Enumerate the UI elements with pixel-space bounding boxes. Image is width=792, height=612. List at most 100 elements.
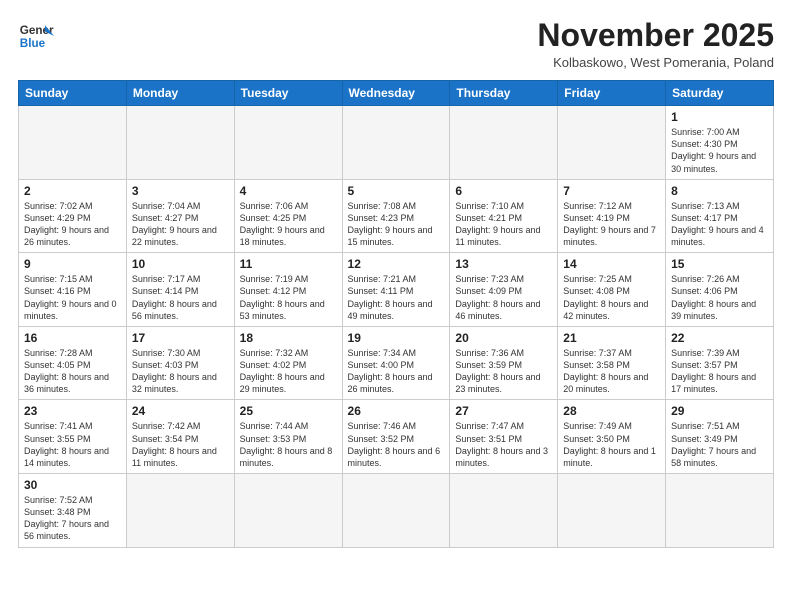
calendar-day <box>126 474 234 548</box>
day-info: Sunrise: 7:49 AM Sunset: 3:50 PM Dayligh… <box>563 420 660 469</box>
calendar-day: 30 Sunrise: 7:52 AM Sunset: 3:48 PM Dayli… <box>19 474 127 548</box>
day-info: Sunrise: 7:04 AM Sunset: 4:27 PM Dayligh… <box>132 200 229 249</box>
day-number: 21 <box>563 331 660 345</box>
calendar-day: 6Sunrise: 7:10 AM Sunset: 4:21 PM Daylig… <box>450 179 558 253</box>
calendar-day: 8 Sunrise: 7:13 AM Sunset: 4:17 PM Daylig… <box>666 179 774 253</box>
logo: General Blue <box>18 18 54 54</box>
calendar-day: 13 Sunrise: 7:23 AM Sunset: 4:09 PM Dayli… <box>450 253 558 327</box>
calendar-day <box>342 474 450 548</box>
day-header-friday: Friday <box>558 81 666 106</box>
calendar-day: 23 Sunrise: 7:41 AM Sunset: 3:55 PM Dayli… <box>19 400 127 474</box>
day-number: 25 <box>240 404 337 418</box>
calendar-day: 2Sunrise: 7:02 AM Sunset: 4:29 PM Daylig… <box>19 179 127 253</box>
day-info: Sunrise: 7:19 AM Sunset: 4:12 PM Dayligh… <box>240 273 337 322</box>
day-number: 9 <box>24 257 121 271</box>
calendar-week-5: 23 Sunrise: 7:41 AM Sunset: 3:55 PM Dayli… <box>19 400 774 474</box>
calendar-day <box>666 474 774 548</box>
svg-text:Blue: Blue <box>20 37 46 50</box>
day-number: 20 <box>455 331 552 345</box>
day-info: Sunrise: 7:23 AM Sunset: 4:09 PM Dayligh… <box>455 273 552 322</box>
calendar-day: 12 Sunrise: 7:21 AM Sunset: 4:11 PM Dayli… <box>342 253 450 327</box>
day-number: 4 <box>240 184 337 198</box>
day-info: Sunrise: 7:51 AM Sunset: 3:49 PM Dayligh… <box>671 420 768 469</box>
calendar-day <box>558 474 666 548</box>
day-info: Sunrise: 7:41 AM Sunset: 3:55 PM Dayligh… <box>24 420 121 469</box>
calendar-day: 5Sunrise: 7:08 AM Sunset: 4:23 PM Daylig… <box>342 179 450 253</box>
calendar-day: 28 Sunrise: 7:49 AM Sunset: 3:50 PM Dayli… <box>558 400 666 474</box>
day-info: Sunrise: 7:37 AM Sunset: 3:58 PM Dayligh… <box>563 347 660 396</box>
calendar-day <box>450 474 558 548</box>
day-number: 1 <box>671 110 768 124</box>
day-info: Sunrise: 7:25 AM Sunset: 4:08 PM Dayligh… <box>563 273 660 322</box>
day-info: Sunrise: 7:28 AM Sunset: 4:05 PM Dayligh… <box>24 347 121 396</box>
day-info: Sunrise: 7:44 AM Sunset: 3:53 PM Dayligh… <box>240 420 337 469</box>
day-info: Sunrise: 7:46 AM Sunset: 3:52 PM Dayligh… <box>348 420 445 469</box>
calendar-day: 4 Sunrise: 7:06 AM Sunset: 4:25 PM Daylig… <box>234 179 342 253</box>
day-number: 12 <box>348 257 445 271</box>
calendar-day: 9 Sunrise: 7:15 AM Sunset: 4:16 PM Daylig… <box>19 253 127 327</box>
day-number: 11 <box>240 257 337 271</box>
day-number: 10 <box>132 257 229 271</box>
day-info: Sunrise: 7:47 AM Sunset: 3:51 PM Dayligh… <box>455 420 552 469</box>
day-number: 30 <box>24 478 121 492</box>
calendar-week-2: 2Sunrise: 7:02 AM Sunset: 4:29 PM Daylig… <box>19 179 774 253</box>
calendar-week-1: 1Sunrise: 7:00 AM Sunset: 4:30 PM Daylig… <box>19 106 774 180</box>
day-info: Sunrise: 7:36 AM Sunset: 3:59 PM Dayligh… <box>455 347 552 396</box>
day-info: Sunrise: 7:12 AM Sunset: 4:19 PM Dayligh… <box>563 200 660 249</box>
calendar-day: 7 Sunrise: 7:12 AM Sunset: 4:19 PM Daylig… <box>558 179 666 253</box>
day-number: 24 <box>132 404 229 418</box>
day-number: 27 <box>455 404 552 418</box>
calendar-day: 14 Sunrise: 7:25 AM Sunset: 4:08 PM Dayli… <box>558 253 666 327</box>
header: General Blue November 2025 Kolbaskowo, W… <box>18 18 774 70</box>
calendar-day: 20 Sunrise: 7:36 AM Sunset: 3:59 PM Dayli… <box>450 326 558 400</box>
day-info: Sunrise: 7:15 AM Sunset: 4:16 PM Dayligh… <box>24 273 121 322</box>
day-header-thursday: Thursday <box>450 81 558 106</box>
calendar-day: 29 Sunrise: 7:51 AM Sunset: 3:49 PM Dayli… <box>666 400 774 474</box>
day-number: 7 <box>563 184 660 198</box>
day-number: 8 <box>671 184 768 198</box>
day-number: 18 <box>240 331 337 345</box>
calendar-day: 3 Sunrise: 7:04 AM Sunset: 4:27 PM Daylig… <box>126 179 234 253</box>
calendar-day <box>558 106 666 180</box>
day-number: 3 <box>132 184 229 198</box>
day-number: 26 <box>348 404 445 418</box>
day-info: Sunrise: 7:17 AM Sunset: 4:14 PM Dayligh… <box>132 273 229 322</box>
day-number: 29 <box>671 404 768 418</box>
day-number: 17 <box>132 331 229 345</box>
logo-icon: General Blue <box>18 18 54 54</box>
day-header-saturday: Saturday <box>666 81 774 106</box>
day-info: Sunrise: 7:42 AM Sunset: 3:54 PM Dayligh… <box>132 420 229 469</box>
calendar-day <box>450 106 558 180</box>
calendar-week-3: 9 Sunrise: 7:15 AM Sunset: 4:16 PM Daylig… <box>19 253 774 327</box>
day-info: Sunrise: 7:21 AM Sunset: 4:11 PM Dayligh… <box>348 273 445 322</box>
title-area: November 2025 Kolbaskowo, West Pomerania… <box>537 18 774 70</box>
calendar-day <box>234 474 342 548</box>
day-info: Sunrise: 7:06 AM Sunset: 4:25 PM Dayligh… <box>240 200 337 249</box>
calendar-day: 15Sunrise: 7:26 AM Sunset: 4:06 PM Dayli… <box>666 253 774 327</box>
calendar-day: 1Sunrise: 7:00 AM Sunset: 4:30 PM Daylig… <box>666 106 774 180</box>
calendar-day <box>342 106 450 180</box>
day-number: 28 <box>563 404 660 418</box>
day-number: 15 <box>671 257 768 271</box>
day-number: 2 <box>24 184 121 198</box>
day-number: 19 <box>348 331 445 345</box>
calendar-day <box>19 106 127 180</box>
day-number: 13 <box>455 257 552 271</box>
day-info: Sunrise: 7:10 AM Sunset: 4:21 PM Dayligh… <box>455 200 552 249</box>
day-info: Sunrise: 7:08 AM Sunset: 4:23 PM Dayligh… <box>348 200 445 249</box>
day-number: 14 <box>563 257 660 271</box>
day-header-wednesday: Wednesday <box>342 81 450 106</box>
day-info: Sunrise: 7:13 AM Sunset: 4:17 PM Dayligh… <box>671 200 768 249</box>
day-header-tuesday: Tuesday <box>234 81 342 106</box>
calendar-day: 25 Sunrise: 7:44 AM Sunset: 3:53 PM Dayli… <box>234 400 342 474</box>
day-info: Sunrise: 7:34 AM Sunset: 4:00 PM Dayligh… <box>348 347 445 396</box>
month-title: November 2025 <box>537 18 774 53</box>
day-info: Sunrise: 7:32 AM Sunset: 4:02 PM Dayligh… <box>240 347 337 396</box>
calendar-day: 24 Sunrise: 7:42 AM Sunset: 3:54 PM Dayli… <box>126 400 234 474</box>
calendar-day <box>126 106 234 180</box>
day-info: Sunrise: 7:52 AM Sunset: 3:48 PM Dayligh… <box>24 494 121 543</box>
calendar-day: 21 Sunrise: 7:37 AM Sunset: 3:58 PM Dayli… <box>558 326 666 400</box>
calendar-week-4: 16Sunrise: 7:28 AM Sunset: 4:05 PM Dayli… <box>19 326 774 400</box>
calendar: SundayMondayTuesdayWednesdayThursdayFrid… <box>18 80 774 547</box>
day-number: 23 <box>24 404 121 418</box>
